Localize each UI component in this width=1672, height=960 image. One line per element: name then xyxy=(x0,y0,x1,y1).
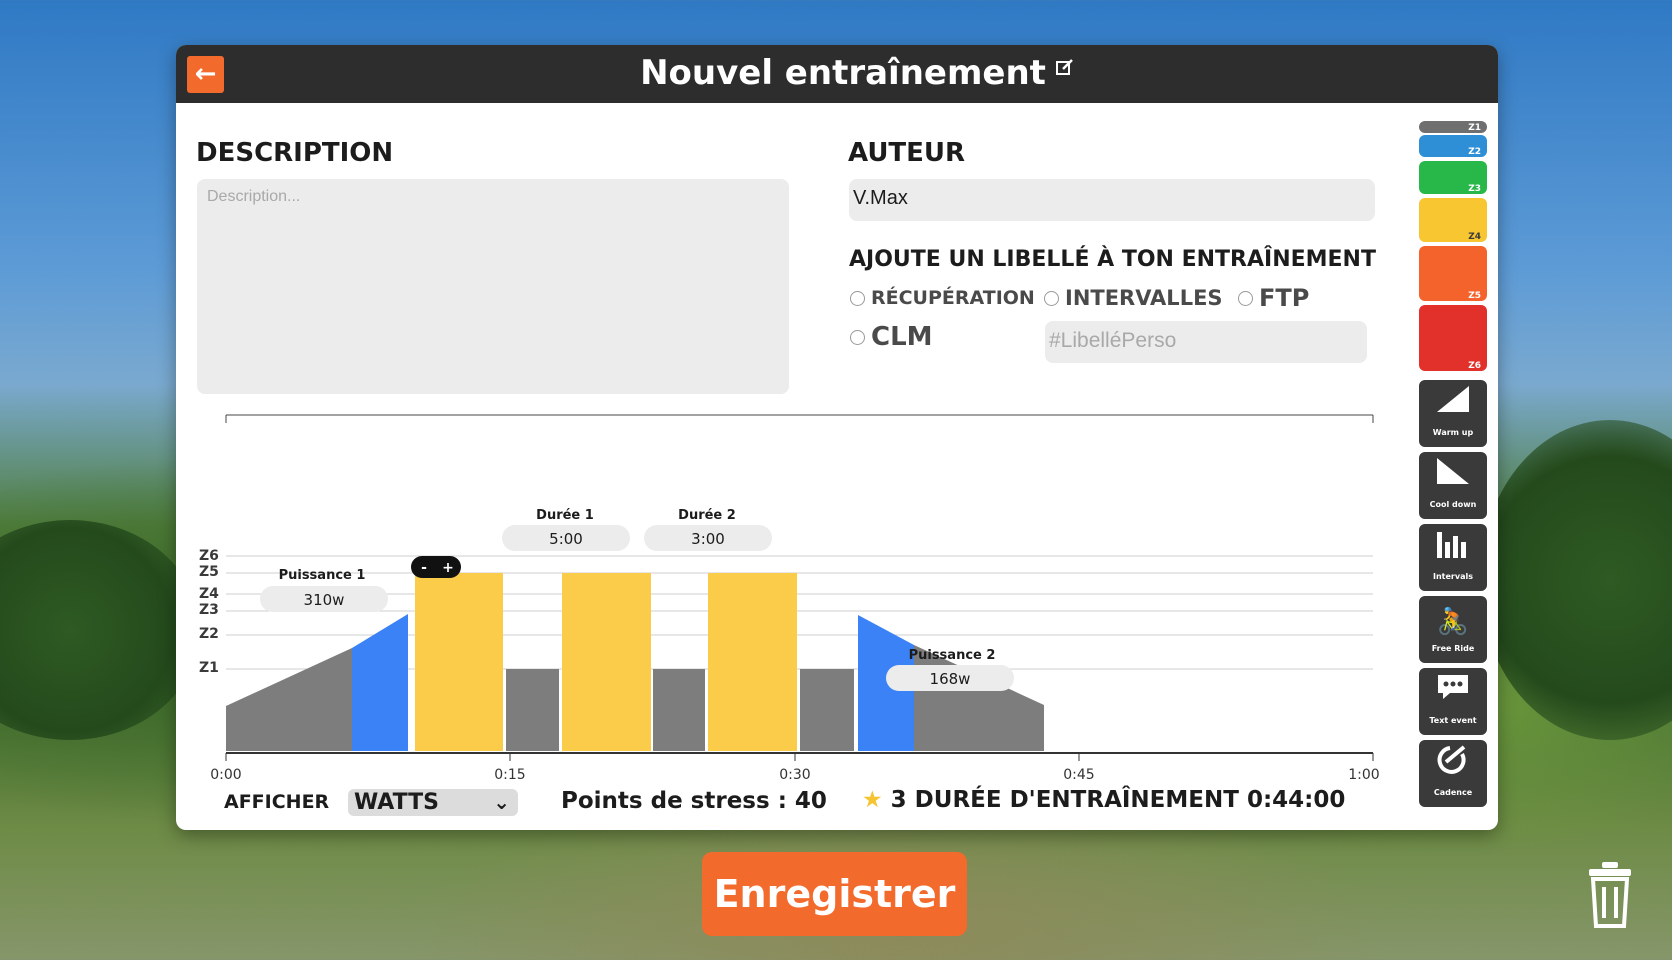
trash-icon-svg xyxy=(1589,862,1631,928)
warmup-icon xyxy=(1419,384,1487,428)
segment-interval-on[interactable] xyxy=(708,573,797,751)
tool-label: Cool down xyxy=(1429,500,1477,509)
segment-interval-off[interactable] xyxy=(653,669,705,751)
power1-label: Puissance 1 xyxy=(279,568,366,583)
power1-callout: Puissance 1 310w xyxy=(260,568,388,612)
zone-label: Z2 xyxy=(199,626,219,642)
zone-z1-block[interactable]: Z1 xyxy=(1419,121,1487,133)
zone-z2-block[interactable]: Z2 xyxy=(1419,135,1487,157)
show-label: AFFICHER xyxy=(224,791,330,813)
zone-block-label: Z5 xyxy=(1468,291,1481,301)
warmup-icon-svg xyxy=(1437,386,1469,412)
tool-intervals[interactable]: Intervals xyxy=(1419,524,1487,591)
power2-value: 168w xyxy=(930,670,971,688)
x-tick-label: 0:45 xyxy=(1063,767,1094,783)
duration1-callout: Durée 1 5:00 xyxy=(502,508,630,551)
star-icon: ★ xyxy=(862,787,883,813)
zone-block-label: Z4 xyxy=(1468,232,1481,242)
zone-block-label: Z6 xyxy=(1468,361,1481,371)
x-tick-label: 0:15 xyxy=(494,767,525,783)
rating-value: 3 xyxy=(890,787,907,813)
x-tick-label: 0:00 xyxy=(210,767,241,783)
unit-value: WATTS xyxy=(354,790,439,815)
tool-warmup[interactable]: Warm up xyxy=(1419,380,1487,447)
workout-chart: Z6 Z5 Z4 Z3 Z2 Z1 Puissance 1 310w - + D… xyxy=(199,414,1380,783)
tool-label: Intervals xyxy=(1433,572,1473,581)
stress-label: Points de stress : xyxy=(561,788,787,814)
zone-block-label: Z2 xyxy=(1468,147,1481,157)
duration2-value: 3:00 xyxy=(691,530,725,548)
zone-axis-labels: Z6 Z5 Z4 Z3 Z2 Z1 xyxy=(199,548,219,676)
workout-duration: ★ 3 DURÉE D'ENTRAÎNEMENT 0:44:00 xyxy=(862,787,1345,813)
segment-interval-off[interactable] xyxy=(506,669,559,751)
zone-label: Z1 xyxy=(199,660,219,676)
zone-block-label: Z3 xyxy=(1468,184,1481,194)
tool-free-ride[interactable]: 🚴 Free Ride xyxy=(1419,596,1487,663)
tool-cooldown[interactable]: Cool down xyxy=(1419,452,1487,519)
x-tick-label: 0:30 xyxy=(779,767,810,783)
x-axis-ticks: 0:00 0:15 0:30 0:45 1:00 xyxy=(210,753,1380,783)
segment-warmup-gray[interactable] xyxy=(226,648,352,751)
unit-select[interactable]: WATTS ⌄ xyxy=(348,789,518,816)
duration-label: DURÉE D'ENTRAÎNEMENT xyxy=(914,787,1239,813)
tool-label: Warm up xyxy=(1432,428,1474,437)
cadence-icon xyxy=(1419,744,1487,788)
cooldown-icon xyxy=(1419,456,1487,500)
cooldown-icon-svg xyxy=(1437,458,1469,484)
intervals-icon-svg xyxy=(1437,532,1466,558)
zone-z5-block[interactable]: Z5 xyxy=(1419,246,1487,301)
duration1-label: Durée 1 xyxy=(536,508,594,523)
workout-editor-window: ← Nouvel entraînement DESCRIPTION Descri… xyxy=(176,45,1498,830)
stepper-minus[interactable]: - xyxy=(421,560,427,576)
zone-label: Z4 xyxy=(199,586,219,602)
tool-cadence[interactable]: Cadence xyxy=(1419,740,1487,807)
cadence-icon-svg xyxy=(1437,745,1466,774)
background-foliage xyxy=(1480,420,1672,740)
zone-z6-block[interactable]: Z6 xyxy=(1419,305,1487,371)
tool-label: Cadence xyxy=(1433,788,1473,797)
intervals-icon xyxy=(1419,528,1487,572)
trash-icon[interactable] xyxy=(1585,860,1635,930)
duration-value: 0:44:00 xyxy=(1246,787,1346,813)
cyclist-icon: 🚴 xyxy=(1436,607,1470,637)
stepper-plus[interactable]: + xyxy=(442,560,454,576)
duration2-label: Durée 2 xyxy=(678,508,736,523)
save-button[interactable]: Enregistrer xyxy=(702,852,967,936)
background-foliage xyxy=(0,520,200,740)
interval-stepper[interactable]: - + xyxy=(411,556,461,578)
tool-label: Free Ride xyxy=(1431,644,1475,653)
zone-z4-block[interactable]: Z4 xyxy=(1419,198,1487,242)
stress-points: Points de stress : 40 xyxy=(561,788,827,814)
tool-label: Text event xyxy=(1429,716,1477,725)
chat-icon-svg xyxy=(1438,675,1468,699)
segment-interval-on[interactable] xyxy=(562,573,651,751)
duration1-value: 5:00 xyxy=(549,530,583,548)
segment-interval-on[interactable] xyxy=(415,573,503,751)
power1-value: 310w xyxy=(304,591,345,609)
zone-label: Z5 xyxy=(199,564,219,580)
zone-label: Z3 xyxy=(199,602,219,618)
zone-z3-block[interactable]: Z3 xyxy=(1419,161,1487,194)
zone-label: Z6 xyxy=(199,548,219,564)
tool-text-event[interactable]: Text event xyxy=(1419,668,1487,735)
chat-icon xyxy=(1419,672,1487,716)
power2-label: Puissance 2 xyxy=(909,648,996,663)
chevron-down-icon: ⌄ xyxy=(493,790,510,814)
segment-interval-off[interactable] xyxy=(800,669,854,751)
stress-value: 40 xyxy=(794,788,827,814)
zone-block-label: Z1 xyxy=(1468,123,1481,133)
x-tick-label: 1:00 xyxy=(1348,767,1379,783)
duration2-callout: Durée 2 3:00 xyxy=(644,508,772,551)
